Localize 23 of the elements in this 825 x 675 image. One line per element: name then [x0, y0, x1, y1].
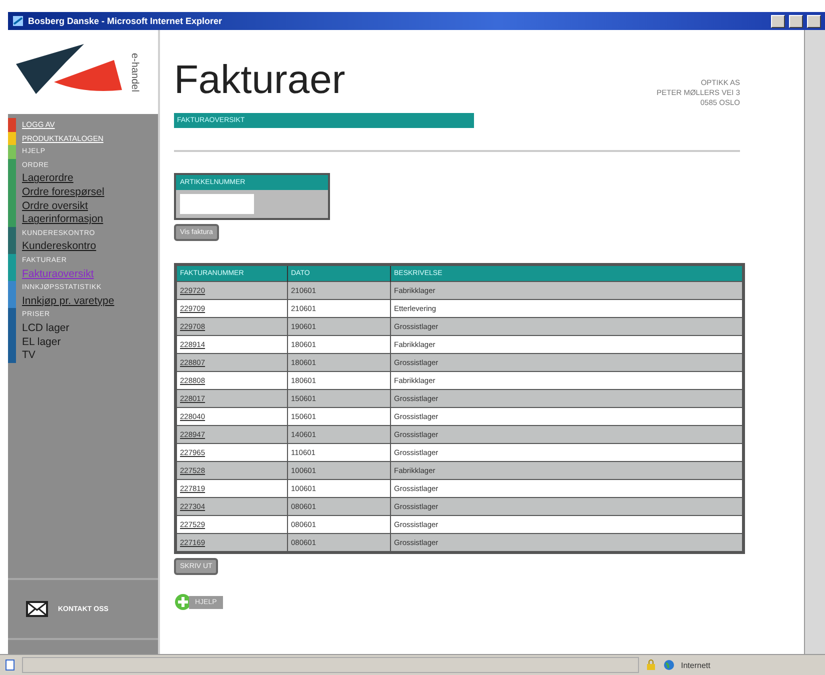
minimize-button[interactable] [771, 14, 785, 28]
nav-link[interactable]: Lagerinformasjon [16, 213, 104, 227]
scrollbar[interactable] [804, 30, 825, 654]
maximize-button[interactable] [789, 14, 803, 28]
nav-item[interactable]: LCD lager [16, 322, 70, 336]
window-title: Bosberg Danske - Microsoft Internet Explorer [28, 16, 224, 26]
nav-link[interactable]: Ordre forespørsel [16, 186, 104, 200]
page-title: Fakturaer [174, 58, 346, 104]
nav-item[interactable]: TV [16, 349, 36, 363]
close-button[interactable] [807, 14, 821, 28]
nav-link[interactable]: Lagerordre [16, 172, 74, 186]
article-number-field[interactable] [180, 194, 254, 214]
globe-icon [663, 659, 675, 671]
nav-link[interactable]: Ordre oversikt [16, 200, 88, 214]
nav-link[interactable]: Kundereskontro [16, 240, 96, 254]
envelope-icon [26, 601, 48, 617]
page-icon [4, 659, 16, 671]
browser-icon [12, 15, 24, 27]
logo-text: e-handel [128, 52, 140, 92]
nav-item[interactable]: EL lager [16, 336, 61, 350]
zone-label: Internett [681, 660, 712, 670]
lock-icon [645, 659, 657, 671]
nav-link[interactable]: Innkjøp pr. varetype [16, 294, 114, 308]
